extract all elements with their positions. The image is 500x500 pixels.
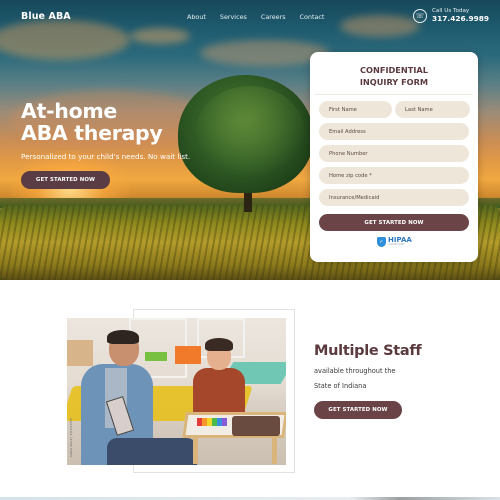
nav-link-services[interactable]: Services: [220, 13, 247, 21]
photo-therapist-hair: [107, 330, 139, 344]
first-name-input[interactable]: [319, 101, 392, 118]
photo-cabinet: [67, 340, 93, 366]
staff-section-text-line2: State of Indiana: [314, 382, 367, 390]
inquiry-form: CONFIDENTIAL INQUIRY FORM GET STARTED NO…: [310, 52, 478, 262]
phone-number[interactable]: 317.426.9989: [432, 15, 489, 23]
form-submit-button[interactable]: GET STARTED NOW: [319, 214, 469, 231]
hero-tree-highlight: [195, 86, 305, 181]
photo-child-hair: [205, 338, 233, 351]
staff-get-started-button[interactable]: GET STARTED NOW: [314, 401, 402, 419]
email-input[interactable]: [319, 123, 469, 140]
photo-puzzle: [232, 416, 280, 436]
hero-subtitle: Personalized to your child's needs. No w…: [21, 152, 191, 161]
call-us-link[interactable]: ☏ Call Us Today 317.426.9989: [413, 8, 489, 23]
phone-icon: ☏: [413, 9, 427, 23]
phone-input[interactable]: [319, 145, 469, 162]
hero-background-cloud: [0, 20, 130, 60]
photo-xylophone: [197, 418, 227, 426]
staff-section-text-line1: available throughout the: [314, 367, 396, 375]
main-nav: About Services Careers Contact: [187, 13, 338, 21]
site-logo[interactable]: Blue ABA: [21, 11, 71, 22]
photo-green-bin: [145, 352, 167, 361]
form-title: CONFIDENTIAL INQUIRY FORM: [310, 64, 478, 88]
hero-background-cloud: [340, 15, 420, 37]
photo-therapist-jeans: [107, 438, 197, 465]
hero-title: At-home ABA therapy: [21, 99, 163, 145]
hero-title-line2: ABA therapy: [21, 121, 163, 145]
hero-get-started-button[interactable]: GET STARTED NOW: [21, 171, 110, 189]
photo-orange-bin: [175, 346, 201, 364]
form-title-line1: CONFIDENTIAL: [360, 65, 428, 75]
photo-table-leg: [193, 436, 198, 464]
hipaa-text: HIPAA COMPLIANT: [388, 237, 412, 247]
last-name-input[interactable]: [395, 101, 470, 118]
therapy-photo: Adobe Stock | #######: [67, 318, 286, 465]
nav-link-contact[interactable]: Contact: [300, 13, 325, 21]
staff-section-title: Multiple Staff: [314, 343, 422, 359]
form-title-line2: INQUIRY FORM: [359, 77, 429, 87]
hipaa-sublabel: COMPLIANT: [388, 243, 405, 247]
hero-title-line1: At-home: [21, 99, 118, 123]
nav-link-about[interactable]: About: [187, 13, 206, 21]
zip-code-input[interactable]: [319, 167, 469, 184]
form-divider: [315, 94, 473, 95]
shield-icon: ✓: [377, 237, 386, 247]
photo-watermark: Adobe Stock | #######: [69, 418, 73, 458]
photo-table-leg: [272, 436, 277, 464]
insurance-input[interactable]: [319, 189, 469, 206]
call-us-text: Call Us Today 317.426.9989: [432, 8, 489, 23]
photo-child: [193, 368, 245, 414]
nav-link-careers[interactable]: Careers: [261, 13, 286, 21]
hipaa-badge: ✓ HIPAA COMPLIANT: [377, 237, 412, 247]
hero-background-cloud: [130, 28, 190, 44]
